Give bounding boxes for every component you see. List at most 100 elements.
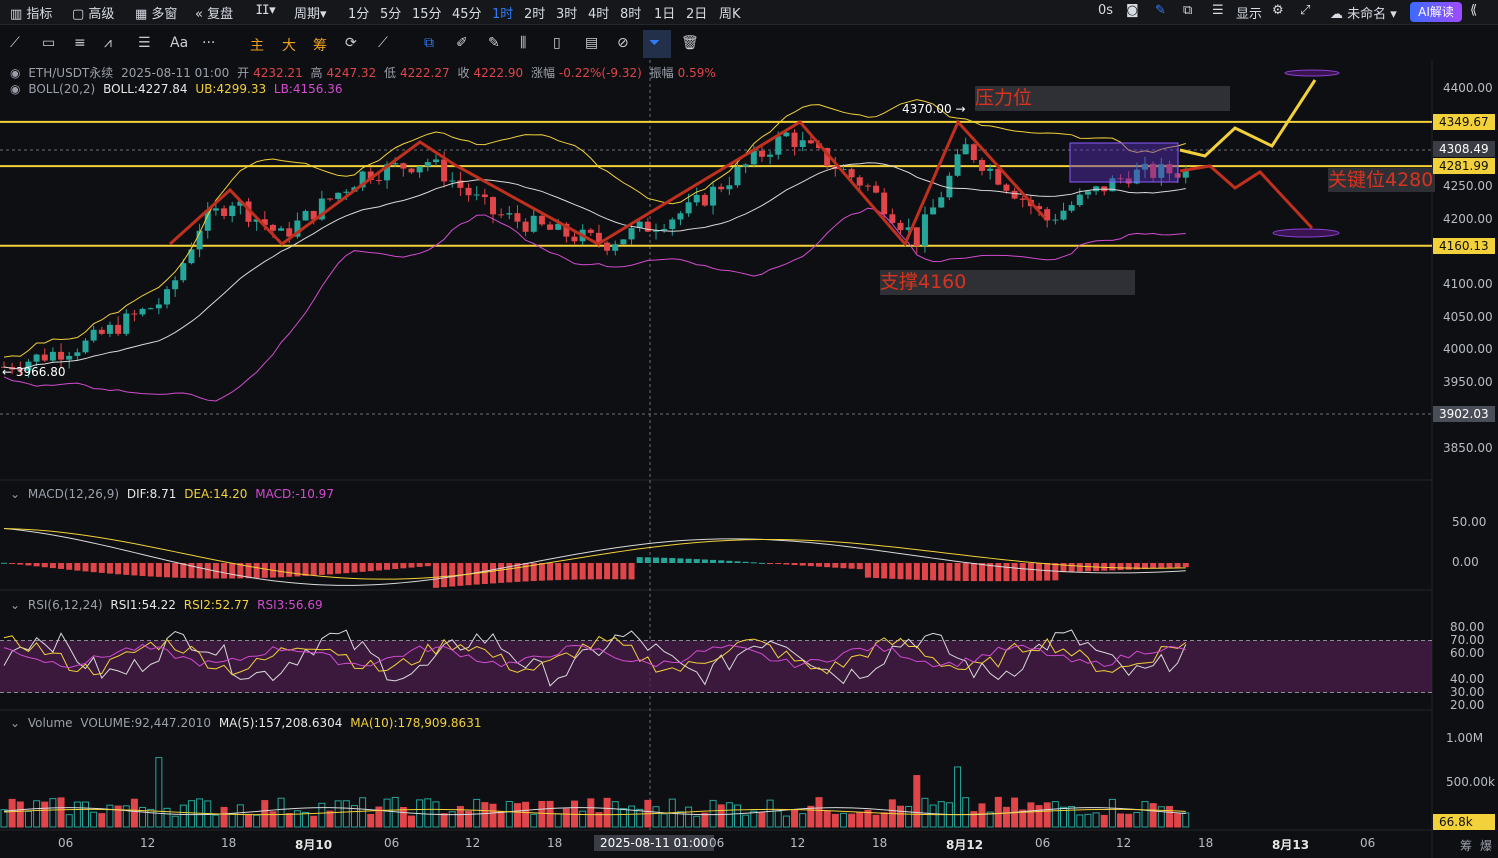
volume-bar [187,800,195,828]
volume-tag: 66.8k [1433,814,1495,830]
candle-body [147,308,154,310]
macd-bar [832,563,839,568]
candle-body [669,219,676,229]
amp-label: 振幅 [649,66,674,80]
macd-bar [710,559,717,563]
macd-bar [653,557,659,563]
volume-bar [725,802,733,828]
corner-chip-label[interactable]: 筹 [1460,837,1472,854]
macd-bar [1125,563,1132,570]
price-tag: 4281.99 [1433,158,1495,175]
volume-bar [807,805,815,828]
candle-body [710,186,717,206]
rsi-axis-label: 60.00 [1450,645,1485,660]
macd-bar [392,563,399,570]
macd-bar [775,563,782,564]
candle-body [139,308,146,315]
candle-body [758,150,765,157]
macd-bar [375,563,382,571]
candle-body [547,224,554,230]
close-label: 收 [457,66,470,80]
volume-bar [1141,801,1149,828]
change-value: -0.22%(-9.32) [558,66,642,80]
time-axis-label: 06 [1360,836,1376,850]
time-axis-label: 8月13 [1272,838,1310,852]
time-axis-label: 18 [547,836,563,850]
volume-bar [994,796,1002,828]
volume-bar [236,804,244,828]
low-value: 4222.27 [400,66,450,80]
macd-bar [1182,563,1189,568]
candle-body [375,180,382,182]
volume-axis-label: 500.00k [1446,775,1495,789]
macd-bar [1027,563,1034,581]
macd-bar [155,563,162,577]
volume-bar [587,798,595,828]
candle-body [718,186,725,190]
candle-body [106,324,113,334]
macd-bar [335,563,342,574]
eye-icon[interactable]: ◉ [10,66,20,80]
volume-bar [530,813,538,828]
datetime-label: 2025-08-11 01:00 [121,66,230,80]
collapse-icon[interactable]: ⌄ [10,598,20,612]
macd-bar [261,563,268,578]
support-label[interactable]: 支撑4160 [880,270,1135,295]
macd-bar [490,563,496,584]
candle-body [799,140,806,148]
eye-icon[interactable]: ◉ [10,82,20,96]
volume-value: VOLUME:92,447.2010 [80,716,211,730]
key-level-label[interactable]: 关键位4280 [1328,168,1436,192]
corner-burst-label[interactable]: 爆 [1480,837,1492,854]
macd-bar [538,563,545,581]
volume-bar [522,801,530,828]
macd-bar [1003,563,1010,582]
candle-body [180,263,187,281]
volume-bar [1125,813,1133,828]
volume-bar [1051,801,1059,828]
macd-bar [49,563,56,569]
candle-body [1003,184,1010,191]
time-axis-label: 12 [140,836,156,850]
candle-body [465,187,472,196]
volume-bar [130,798,138,828]
volume-bar [1165,805,1173,828]
volume-bar [424,798,432,828]
macd-bar [1068,563,1075,572]
rsi-axis-label: 70.00 [1450,632,1485,647]
rsi2-value: RSI2:52.77 [183,598,250,612]
volume-bar [440,813,448,828]
macd-bar [873,563,880,579]
volume-bar [1100,814,1108,828]
collapse-icon[interactable]: ⌄ [10,487,20,501]
volume-bar [90,811,98,828]
volume-bar [1149,803,1157,828]
price-tag: 4160.13 [1433,237,1495,254]
change-label: 涨幅 [530,66,555,80]
volume-bar [1084,813,1092,828]
candle-body [530,215,537,232]
volume-bar [399,806,407,828]
macd-bar [204,563,211,579]
rsi-name: RSI(6,12,24) [27,598,103,612]
volume-bar [318,802,326,828]
candle-body [1052,219,1059,221]
volume-bar [302,811,310,828]
macd-dif: DIF:8.71 [126,487,177,501]
candle-body [1044,209,1051,221]
legend-volume: ⌄ Volume VOLUME:92,447.2010 MA(5):157,20… [10,716,485,730]
macd-bar [954,563,961,581]
target-down-ellipse [1272,228,1340,238]
candle-body [416,166,423,173]
volume-bar [489,803,497,828]
macd-bar [172,563,179,578]
macd-bar [66,563,73,570]
macd-bar [628,563,635,580]
candle-body [302,210,309,221]
volume-bar [49,798,57,828]
volume-bar [717,804,725,828]
macd-bar [750,562,757,564]
resistance-label[interactable]: 压力位 [975,86,1230,111]
collapse-icon[interactable]: ⌄ [10,716,20,730]
candle-body [498,214,505,216]
